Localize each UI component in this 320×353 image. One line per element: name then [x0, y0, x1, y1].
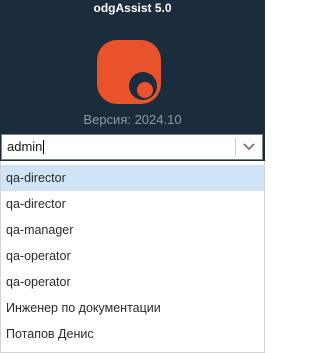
app-title: odgAssist 5.0: [93, 1, 172, 15]
username-input[interactable]: admin: [7, 135, 232, 159]
app-window: odgAssist 5.0 Версия: 2024.10 admin qa-d…: [0, 0, 265, 353]
user-dropdown-list: qa-director qa-director qa-manager qa-op…: [0, 161, 265, 353]
logo-icon: [96, 39, 162, 105]
text-caret: [43, 140, 45, 154]
list-item[interactable]: qa-director: [1, 191, 264, 217]
list-item[interactable]: qa-director: [1, 165, 264, 191]
chevron-down-icon: [243, 143, 255, 151]
dropdown-toggle-button[interactable]: [236, 135, 262, 159]
list-item[interactable]: Потапов Денис: [1, 321, 264, 347]
list-item[interactable]: Инженер по документации: [1, 295, 264, 321]
list-item[interactable]: qa-manager: [1, 217, 264, 243]
list-item[interactable]: qa-operator: [1, 243, 264, 269]
version-label: Версия: 2024.10: [83, 112, 182, 127]
username-combobox[interactable]: admin: [1, 134, 263, 160]
username-value: admin: [7, 139, 43, 154]
list-item[interactable]: qa-operator: [1, 269, 264, 295]
